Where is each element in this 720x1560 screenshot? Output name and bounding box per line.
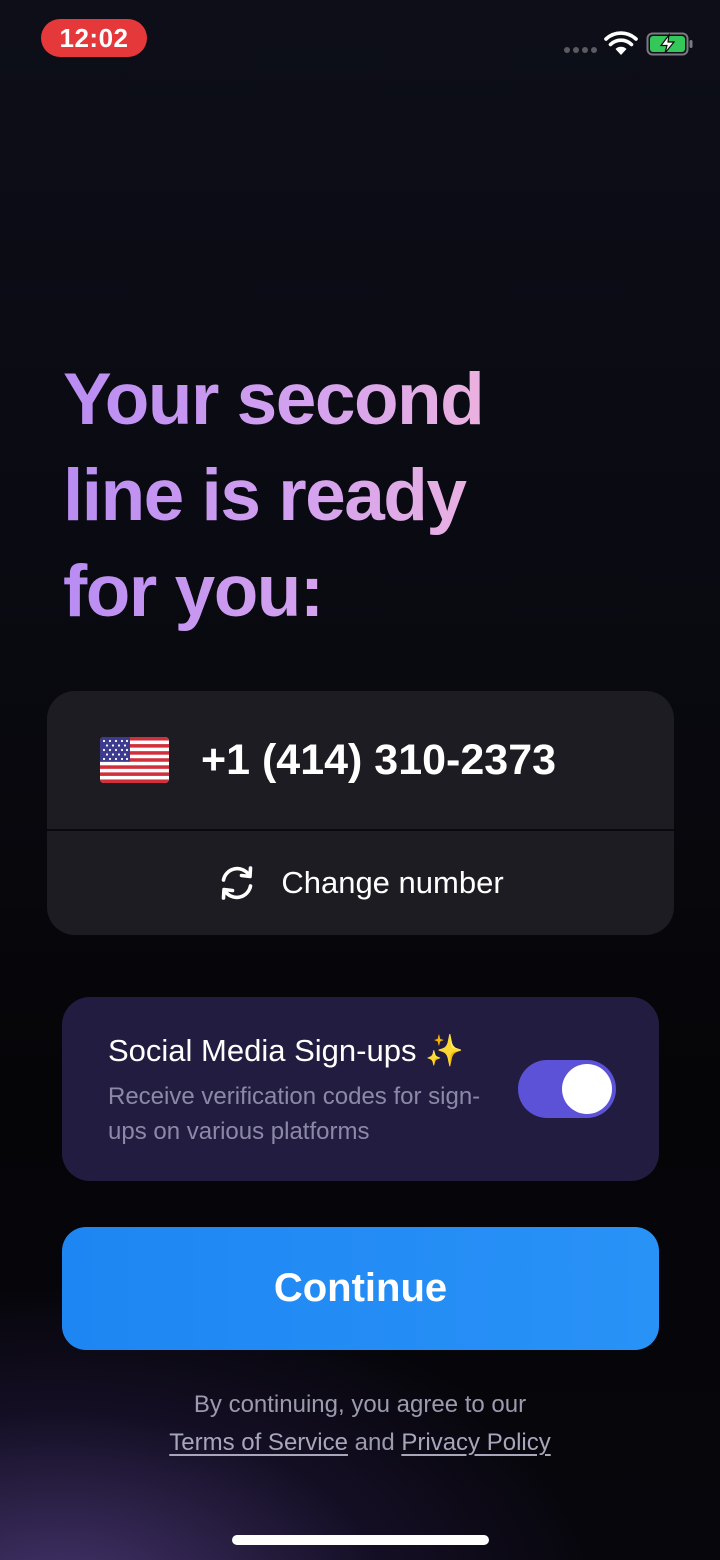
cellular-signal-icon bbox=[564, 47, 597, 53]
change-number-label: Change number bbox=[281, 865, 504, 900]
social-signups-card: Social Media Sign-ups ✨ Receive verifica… bbox=[62, 997, 659, 1181]
social-signups-title: Social Media Sign-ups ✨ bbox=[108, 1033, 464, 1068]
status-bar: 12:02 bbox=[0, 0, 720, 80]
phone-number-row: +1 (414) 310-2373 bbox=[47, 691, 674, 829]
title-line-3: for you: bbox=[63, 544, 683, 640]
phone-number-card: +1 (414) 310-2373 Change number bbox=[47, 691, 674, 935]
privacy-policy-link[interactable]: Privacy Policy bbox=[401, 1429, 550, 1456]
status-time-label: 12:02 bbox=[59, 22, 129, 53]
phone-number: +1 (414) 310-2373 bbox=[201, 736, 557, 784]
legal-links-line: Terms of Service and Privacy Policy bbox=[0, 1424, 720, 1462]
legal-notice: By continuing, you agree to our Terms of… bbox=[0, 1386, 720, 1462]
battery-charging-icon bbox=[646, 32, 693, 56]
us-flag-icon bbox=[100, 737, 169, 783]
legal-prefix: By continuing, you agree to our bbox=[193, 1391, 527, 1418]
terms-of-service-link[interactable]: Terms of Service bbox=[169, 1429, 348, 1456]
social-signups-toggle[interactable] bbox=[518, 1060, 616, 1118]
continue-button[interactable]: Continue bbox=[62, 1227, 659, 1350]
toggle-knob bbox=[562, 1064, 612, 1114]
change-number-button[interactable]: Change number bbox=[47, 831, 674, 935]
home-indicator[interactable] bbox=[232, 1535, 489, 1545]
page-title: Your second line is ready for you: bbox=[63, 352, 683, 640]
status-time: 12:02 bbox=[41, 19, 147, 57]
legal-conjunction: and bbox=[354, 1429, 395, 1456]
title-line-1: Your second bbox=[63, 352, 683, 448]
social-signups-description: Receive verification codes for sign-ups … bbox=[108, 1083, 481, 1145]
refresh-icon bbox=[222, 866, 253, 900]
wifi-icon bbox=[604, 31, 638, 55]
title-line-2: line is ready bbox=[63, 448, 683, 544]
